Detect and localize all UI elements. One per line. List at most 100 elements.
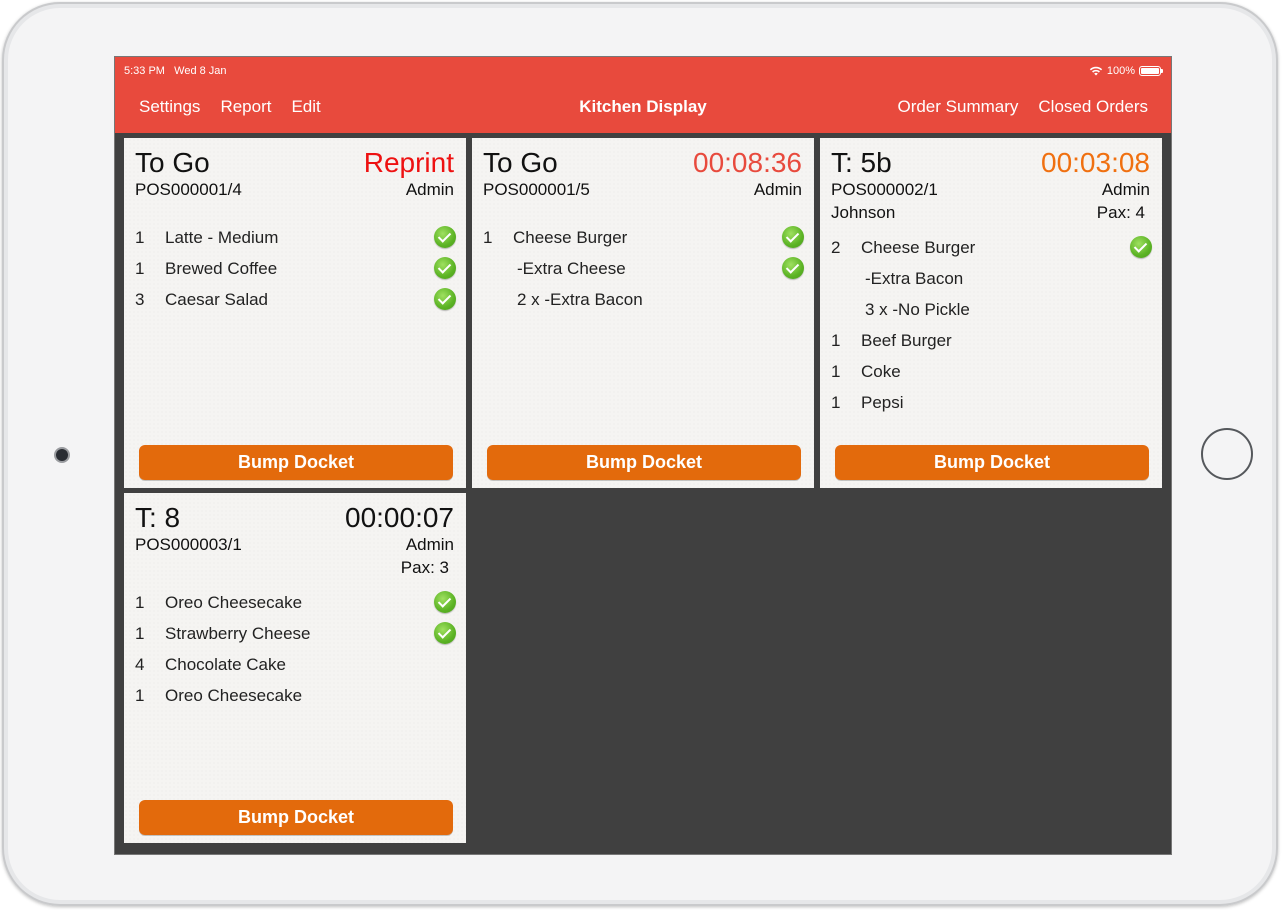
docket-item-row[interactable]: 2 x -Extra Bacon [483,284,806,315]
docket-item-row[interactable]: 1 Strawberry Cheese [135,618,458,649]
docket-customer: Johnson [831,203,896,222]
docket-table: T: 8 [135,502,181,533]
item-quantity: 1 [135,623,145,643]
item-name: Cheese Burger [513,227,628,247]
item-name: Latte - Medium [165,227,279,247]
docket-item-row[interactable]: -Extra Bacon [831,263,1154,294]
checkmark-icon[interactable] [782,257,804,279]
checkmark-icon[interactable] [434,288,456,310]
item-quantity: 1 [831,392,841,412]
item-name: Oreo Cheesecake [165,685,303,705]
home-button[interactable] [1201,428,1253,480]
docket-status: Reprint [363,147,454,178]
checkmark-icon[interactable] [1130,236,1152,258]
docket-pax: Pax: 4 [1096,203,1145,222]
wifi-icon [1089,66,1103,76]
item-quantity: 3 [135,289,145,309]
battery-percent: 100% [1106,65,1135,77]
item-quantity: 2 [831,237,841,257]
item-name: Coke [861,361,901,381]
item-name: Brewed Coffee [165,258,278,278]
edit-button[interactable]: Edit [291,97,320,117]
item-quantity: 1 [483,227,493,247]
docket-items: 1 Latte - Medium 1 Brewed Coffee 3 Caesar Sal… [135,222,458,315]
item-name: Beef Burger [861,330,952,350]
docket-card[interactable]: T: 8 00:00:07 POS000003/1 Admin Pax: 3 1… [124,493,466,843]
checkmark-icon[interactable] [434,226,456,248]
bump-docket-button[interactable]: Bump Docket [835,445,1149,480]
item-quantity: 1 [135,592,145,612]
item-quantity: 1 [135,227,145,247]
item-name: Chocolate Cake [165,654,286,674]
report-button[interactable]: Report [220,97,271,117]
docket-items: 2 Cheese Burger -Extra Bacon 3 x -No Pickle… [831,232,1154,418]
docket-item-row[interactable]: 1 Oreo Cheesecake [135,587,458,618]
checkmark-icon[interactable] [782,226,804,248]
checkmark-icon[interactable] [434,591,456,613]
bump-docket-button[interactable]: Bump Docket [139,445,453,480]
camera-icon [56,449,68,461]
status-time: 5:33 PM Wed 8 Jan [124,65,227,77]
docket-item-row[interactable]: 4 Chocolate Cake [135,649,458,680]
docket-table: To Go [135,147,210,178]
checkmark-icon[interactable] [434,622,456,644]
item-quantity: 4 [135,654,145,674]
item-name: 3 x -No Pickle [865,299,970,319]
docket-table: T: 5b [831,147,892,178]
item-quantity: 1 [831,361,841,381]
item-name: Oreo Cheesecake [165,592,303,612]
docket-order-number: POS000001/5 [483,180,590,199]
item-quantity: 1 [135,685,145,705]
battery-icon [1139,66,1163,76]
docket-pax: Pax: 3 [400,558,449,577]
status-indicators: 100% [1089,65,1163,77]
bump-docket-button[interactable]: Bump Docket [139,800,453,835]
docket-order-number: POS000003/1 [135,535,242,554]
item-name: Strawberry Cheese [165,623,311,643]
ipad-frame: 5:33 PM Wed 8 Jan 100% Settings Report E… [2,2,1278,906]
docket-card[interactable]: T: 5b 00:03:08 POS000002/1 Admin Johnson… [820,138,1162,488]
bump-docket-button[interactable]: Bump Docket [487,445,801,480]
docket-item-row[interactable]: 1 Beef Burger [831,325,1154,356]
docket-timer: 00:03:08 [1041,147,1150,178]
nav-right: Order Summary Closed Orders [897,97,1148,117]
docket-item-row[interactable]: 1 Coke [831,356,1154,387]
docket-item-row[interactable]: 1 Cheese Burger [483,222,806,253]
item-quantity: 1 [831,330,841,350]
closed-orders-button[interactable]: Closed Orders [1038,97,1148,117]
docket-user: Admin [405,535,454,554]
item-name: 2 x -Extra Bacon [517,289,643,309]
docket-items: 1 Oreo Cheesecake 1 Strawberry Cheese 4 Choco… [135,587,458,711]
docket-item-row[interactable]: 2 Cheese Burger [831,232,1154,263]
item-name: Pepsi [861,392,904,412]
item-name: Cheese Burger [861,237,976,257]
item-name: -Extra Bacon [865,268,964,288]
docket-table: To Go [483,147,558,178]
docket-item-row[interactable]: 1 Latte - Medium [135,222,458,253]
docket-user: Admin [405,180,454,199]
docket-items: 1 Cheese Burger -Extra Cheese 2 x -Extra Ba… [483,222,806,315]
item-name: Caesar Salad [165,289,269,309]
status-date: Wed 8 Jan [174,65,227,77]
docket-item-row[interactable]: 3 x -No Pickle [831,294,1154,325]
docket-order-number: POS000001/4 [135,180,242,199]
screen: 5:33 PM Wed 8 Jan 100% Settings Report E… [115,57,1171,854]
nav-left: Settings Report Edit [139,97,321,117]
docket-timer: 00:08:36 [693,147,802,178]
checkmark-icon[interactable] [434,257,456,279]
docket-user: Admin [1101,180,1150,199]
header-bar: 5:33 PM Wed 8 Jan 100% Settings Report E… [115,57,1171,133]
status-clock: 5:33 PM [124,65,165,77]
docket-item-row[interactable]: 1 Brewed Coffee [135,253,458,284]
settings-button[interactable]: Settings [139,97,200,117]
docket-user: Admin [753,180,802,199]
docket-card[interactable]: To Go 00:08:36 POS000001/5 Admin 1 Cheese… [472,138,814,488]
docket-item-row[interactable]: 3 Caesar Salad [135,284,458,315]
order-summary-button[interactable]: Order Summary [897,97,1018,117]
item-name: -Extra Cheese [517,258,626,278]
docket-item-row[interactable]: 1 Pepsi [831,387,1154,418]
item-quantity: 1 [135,258,145,278]
docket-card[interactable]: To Go Reprint POS000001/4 Admin 1 Latte -… [124,138,466,488]
docket-item-row[interactable]: 1 Oreo Cheesecake [135,680,458,711]
docket-item-row[interactable]: -Extra Cheese [483,253,806,284]
